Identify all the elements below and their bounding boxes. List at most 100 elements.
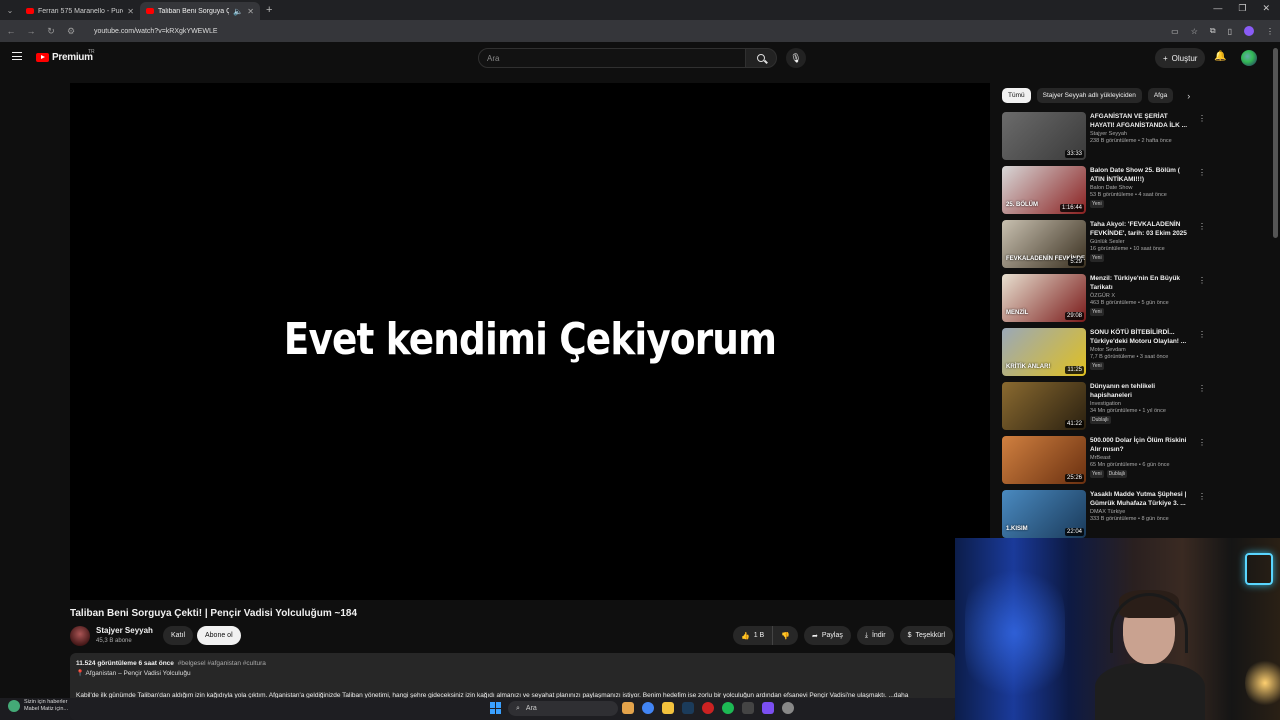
create-button[interactable]: + Oluştur <box>1155 48 1206 68</box>
user-avatar[interactable] <box>1241 50 1257 66</box>
join-button[interactable]: Katıl <box>163 626 194 645</box>
file-explorer-icon[interactable] <box>662 702 674 714</box>
windows-start-icon[interactable] <box>490 702 502 714</box>
search-input[interactable]: Ara <box>478 48 746 68</box>
rec-channel[interactable]: ÖZGÜR X <box>1090 293 1194 299</box>
recommendation-item[interactable]: KRİTİK ANLAR! 11:25 SONU KÖTÜ BİTEBİLİRD… <box>1002 328 1207 382</box>
rec-channel[interactable]: Investigation <box>1090 401 1194 407</box>
subscribe-button[interactable]: Abone ol <box>197 626 241 645</box>
chrome-icon[interactable] <box>642 702 654 714</box>
rec-thumbnail[interactable]: MENZİL 29:08 <box>1002 274 1086 322</box>
rec-thumbnail[interactable]: KRİTİK ANLAR! 11:25 <box>1002 328 1086 376</box>
minimize-icon[interactable]: — <box>1213 3 1222 14</box>
rec-title[interactable]: SONU KÖTÜ BİTEBİLİRDİ... Türkiye'deki Mo… <box>1090 328 1194 346</box>
more-options-icon[interactable]: ⋮ <box>1198 492 1206 501</box>
more-options-icon[interactable]: ⋮ <box>1198 438 1206 447</box>
rec-thumbnail[interactable]: 25:26 <box>1002 436 1086 484</box>
channel-name[interactable]: Stajyer Seyyah <box>96 626 153 635</box>
rec-channel[interactable]: Balon Date Show <box>1090 185 1194 191</box>
browser-tab-1[interactable]: Ferrari 575 Maranello - Pure H... ✕ <box>20 2 140 20</box>
share-button[interactable]: ➦ Paylaş <box>803 626 851 645</box>
rec-thumbnail[interactable]: 33:33 <box>1002 112 1086 160</box>
recommendation-item[interactable]: MENZİL 29:08 Menzil: Türkiye'nin En Büyü… <box>1002 274 1207 328</box>
chip-all[interactable]: Tümü <box>1002 88 1031 103</box>
search-button[interactable] <box>745 48 777 68</box>
close-window-icon[interactable]: ✕ <box>1262 3 1270 14</box>
page-scrollbar[interactable] <box>1273 48 1278 238</box>
more-options-icon[interactable]: ⋮ <box>1198 222 1206 231</box>
rec-title[interactable]: Balon Date Show 25. Bölüm ( ATIN İNTİKAM… <box>1090 166 1194 184</box>
recommendation-item[interactable]: 33:33 AFGANİSTAN VE ŞERİAT HAYATI! AFGAN… <box>1002 112 1207 166</box>
rec-title[interactable]: Menzil: Türkiye'nin En Büyük Tarikatı <box>1090 274 1194 292</box>
chevron-right-icon[interactable]: › <box>1187 91 1190 101</box>
rec-badge: Yeni <box>1090 362 1104 370</box>
youtube-premium-logo[interactable]: Premium TR <box>36 49 95 63</box>
channel-avatar[interactable] <box>70 626 90 646</box>
rec-title[interactable]: Dünyanın en tehlikeli hapishaneleri <box>1090 382 1194 400</box>
rec-channel[interactable]: Stajyer Seyyah <box>1090 131 1194 137</box>
obs-icon[interactable] <box>742 702 754 714</box>
widgets-icon[interactable] <box>622 702 634 714</box>
filter-chips: Tümü Stajyer Seyyah adlı yükleyiciden Af… <box>1002 88 1190 103</box>
recommendation-item[interactable]: 41:22 Dünyanın en tehlikeli hapishaneler… <box>1002 382 1207 436</box>
recommendation-item[interactable]: 25. BÖLÜM 1:16:44 Balon Date Show 25. Bö… <box>1002 166 1207 220</box>
news-widget[interactable]: Sizin için haberler Mabel Matiz için... <box>8 699 68 713</box>
chip-uploader[interactable]: Stajyer Seyyah adlı yükleyiciden <box>1036 88 1142 103</box>
rec-thumbnail[interactable]: 41:22 <box>1002 382 1086 430</box>
mic-icon: 🎙 <box>790 52 802 63</box>
video-player[interactable]: Evet kendimi Çekiyorum <box>70 83 990 600</box>
spotify-icon[interactable] <box>722 702 734 714</box>
recommendation-item[interactable]: 1.KISIM 22:04 Yasaklı Madde Yutma Şüphes… <box>1002 490 1207 544</box>
opera-icon[interactable] <box>702 702 714 714</box>
rec-channel[interactable]: Motor Sevdam <box>1090 347 1194 353</box>
more-options-icon[interactable]: ⋮ <box>1198 276 1206 285</box>
browser-tab-2[interactable]: Taliban Beni Sorguya Çekti!... 🔈 ✕ <box>140 2 260 20</box>
steam-icon[interactable] <box>682 702 694 714</box>
cast-icon[interactable]: ▭ <box>1171 27 1179 36</box>
taskbar-search[interactable]: ⌕ Ara <box>508 701 618 716</box>
more-options-icon[interactable]: ⋮ <box>1198 330 1206 339</box>
more-options-icon[interactable]: ⋮ <box>1198 384 1206 393</box>
site-info-icon[interactable]: ⚙ <box>66 26 76 37</box>
chip-afganistan[interactable]: Afga <box>1147 88 1174 103</box>
recommendation-item[interactable]: FEVKALADENİN FEVKİNDE 5:29 Taha Akyol: '… <box>1002 220 1207 274</box>
thanks-button[interactable]: $ Teşekkürl <box>899 626 954 645</box>
rec-title[interactable]: 500.000 Dolar İçin Ölüm Riskini Alır mıs… <box>1090 436 1194 454</box>
more-options-icon[interactable]: ⋮ <box>1198 168 1206 177</box>
reload-icon[interactable]: ↻ <box>46 26 56 37</box>
download-button[interactable]: ⤓ İndir <box>856 626 894 645</box>
notifications-bell-icon[interactable]: 🔔 <box>1214 51 1226 62</box>
maximize-icon[interactable]: ❐ <box>1238 3 1246 14</box>
tab-search-icon[interactable]: ⌄ <box>0 6 20 15</box>
rec-title[interactable]: Taha Akyol: 'FEVKALADENİN FEVKİNDE', tar… <box>1090 220 1194 238</box>
new-tab-button[interactable]: + <box>266 4 272 16</box>
rec-thumbnail[interactable]: 1.KISIM 22:04 <box>1002 490 1086 538</box>
rec-title[interactable]: Yasaklı Madde Yutma Şüphesi | Gümrük Muh… <box>1090 490 1194 508</box>
url-field[interactable]: youtube.com/watch?v=kRXgkYWEWLE <box>94 28 1161 35</box>
back-icon[interactable]: ← <box>6 26 16 36</box>
app-icon[interactable] <box>762 702 774 714</box>
menu-icon[interactable] <box>12 52 22 60</box>
close-tab-icon[interactable]: ✕ <box>127 7 134 16</box>
rec-thumbnail[interactable]: FEVKALADENİN FEVKİNDE 5:29 <box>1002 220 1086 268</box>
like-button[interactable]: 👍 1 B <box>733 626 774 645</box>
recommendation-item[interactable]: 25:26 500.000 Dolar İçin Ölüm Riskini Al… <box>1002 436 1207 490</box>
profile-avatar[interactable] <box>1244 26 1254 36</box>
forward-icon[interactable]: → <box>26 26 36 36</box>
dislike-button[interactable]: 👎 <box>773 626 798 645</box>
more-options-icon[interactable]: ⋮ <box>1198 114 1206 123</box>
settings-icon[interactable] <box>782 702 794 714</box>
rec-channel[interactable]: MrBeast <box>1090 455 1194 461</box>
close-tab-icon[interactable]: ✕ <box>247 7 254 16</box>
extensions-icon[interactable]: ⧉ <box>1210 26 1216 36</box>
hashtags[interactable]: #belgesel #afganistan #cultura <box>178 660 266 667</box>
browser-menu-icon[interactable]: ⋮ <box>1266 27 1274 36</box>
bookmark-star-icon[interactable]: ☆ <box>1191 27 1198 36</box>
speaker-icon[interactable]: 🔈 <box>233 7 243 16</box>
rec-title[interactable]: AFGANİSTAN VE ŞERİAT HAYATI! AFGANİSTAND… <box>1090 112 1194 130</box>
sidebar-icon[interactable]: ▯ <box>1228 27 1232 36</box>
rec-channel[interactable]: DMAX Türkiye <box>1090 509 1194 515</box>
rec-channel[interactable]: Günlük Sesler <box>1090 239 1194 245</box>
rec-thumbnail[interactable]: 25. BÖLÜM 1:16:44 <box>1002 166 1086 214</box>
voice-search-button[interactable]: 🎙 <box>786 48 806 68</box>
